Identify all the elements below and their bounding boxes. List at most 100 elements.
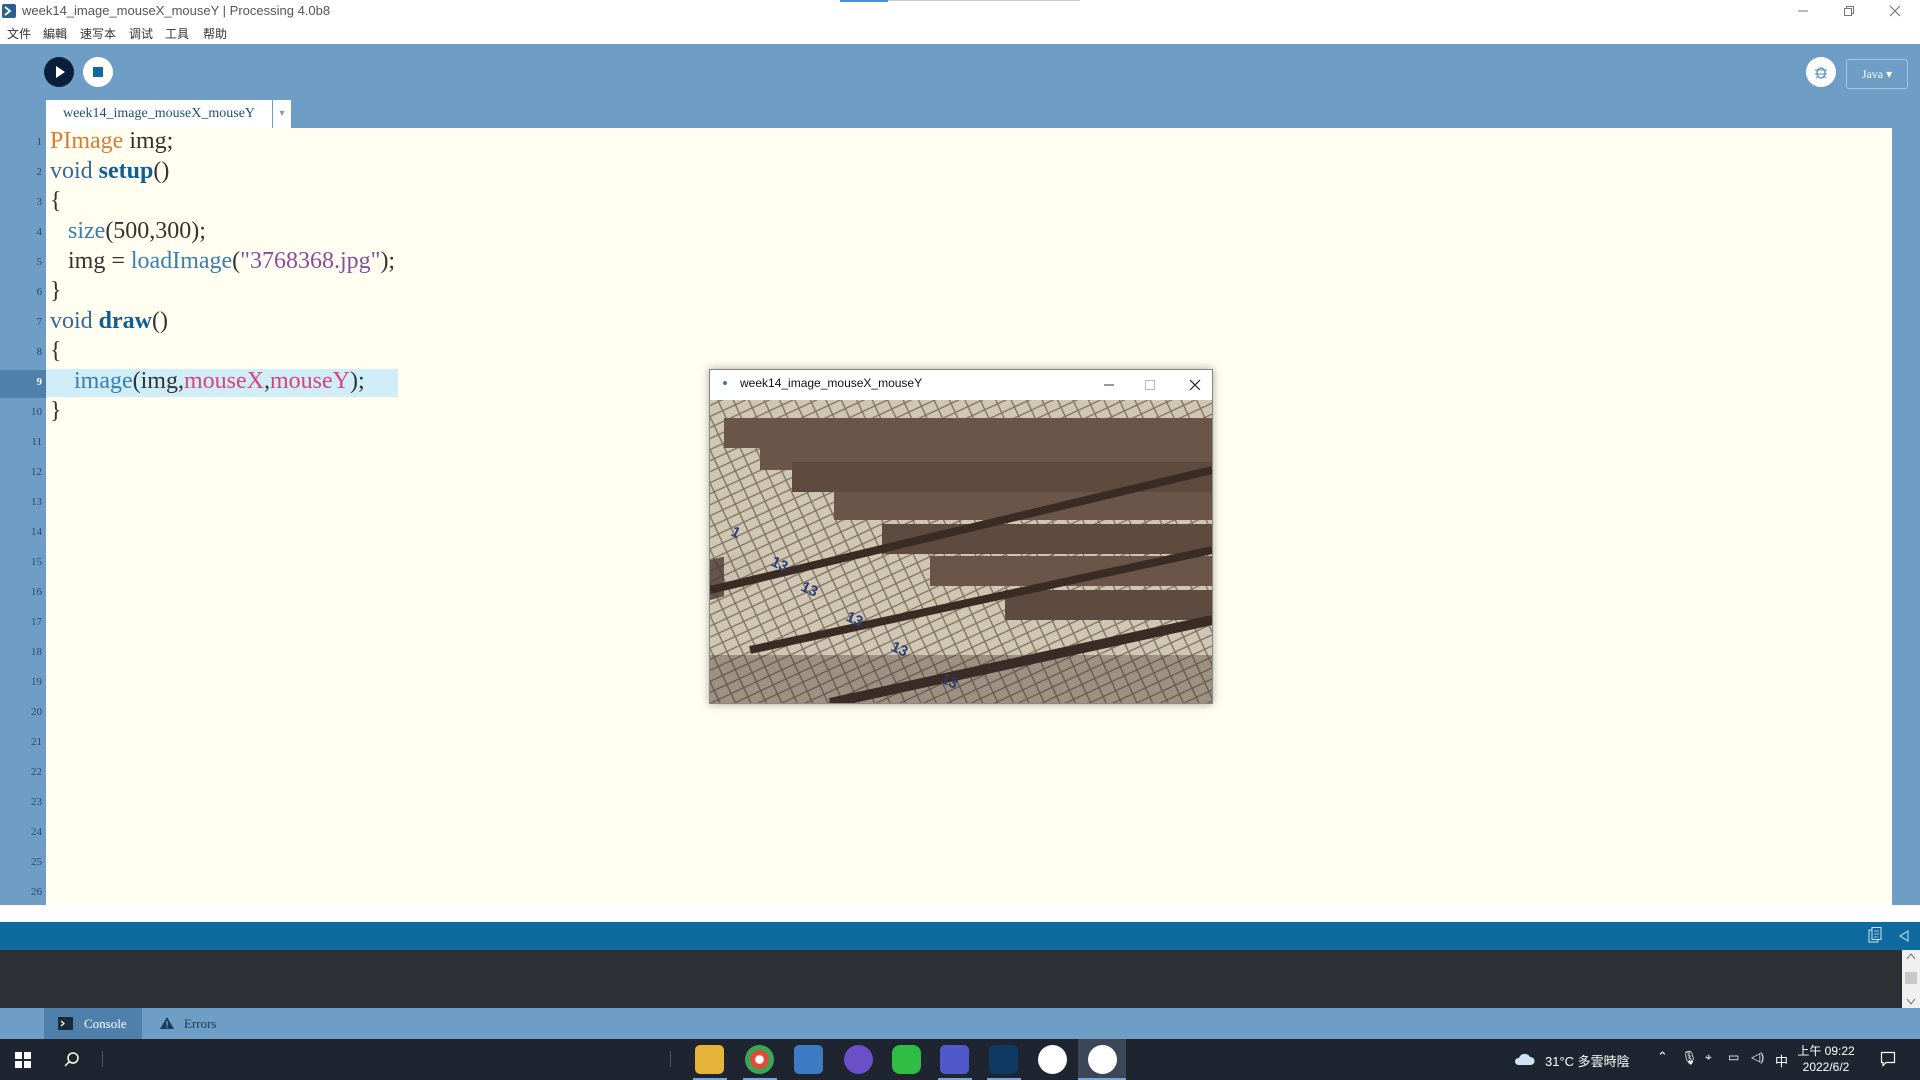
file-explorer-icon[interactable] (695, 1045, 724, 1074)
console-output[interactable] (0, 950, 1920, 1008)
code-token: () (153, 158, 170, 184)
scroll-up-icon[interactable] (1906, 952, 1916, 960)
warning-icon (160, 1017, 174, 1029)
tab-console[interactable]: Console (44, 1008, 142, 1039)
line-number: 7 (36, 316, 43, 328)
code-token-keyword: void (50, 158, 93, 184)
sketch-window-taskbar-icon (1088, 1045, 1117, 1074)
line-number: 19 (31, 676, 42, 688)
line-number: 14 (31, 526, 42, 538)
clock-date: 2022/6/2 (1802, 1060, 1850, 1074)
window-title: week14_image_mouseX_mouseY | Processing … (22, 3, 331, 18)
close-button[interactable] (1872, 0, 1918, 22)
code-line-1: PImage img; (50, 128, 173, 155)
stadium-photo-trail: 1 13 13 13 13 13 (710, 400, 1212, 703)
taskbar-divider (670, 1051, 671, 1067)
line-number: 26 (31, 886, 42, 898)
terminal-icon (58, 1017, 73, 1030)
sketch-canvas-image-trail[interactable]: 1 13 13 13 13 13 (710, 400, 1212, 703)
ime-indicator[interactable]: 中 (1775, 1051, 1788, 1070)
console-scrollbar[interactable] (1902, 950, 1920, 1008)
line-number: 20 (31, 706, 42, 718)
search-icon[interactable] (63, 1051, 81, 1069)
code-line-6: } (50, 278, 62, 304)
scroll-down-icon[interactable] (1906, 998, 1916, 1006)
title-accent-line (840, 0, 888, 2)
run-button[interactable] (44, 57, 74, 87)
line-number: 8 (36, 346, 43, 358)
weather-text[interactable]: 31°C 多雲時陰 (1545, 1051, 1630, 1070)
debugger-icon (1815, 67, 1827, 79)
play-app-icon[interactable] (1038, 1045, 1067, 1074)
windows-taskbar: 31°C 多雲時陰 ⌃ 🎙 ⌖ ▭ ◁) 中 上午 09:22 2022/6/2 (0, 1039, 1920, 1080)
notification-icon[interactable] (1880, 1051, 1896, 1067)
menu-sketch[interactable]: 速写本 (80, 25, 116, 42)
menu-bar: 文件 編輯 速写本 调试 工具 帮助 (0, 22, 1920, 45)
menu-debug[interactable]: 调试 (129, 25, 153, 42)
location-icon[interactable]: ⌖ (1705, 1050, 1712, 1065)
code-line-5: img = loadImage("3768368.jpg"); (50, 248, 395, 275)
debugger-button[interactable] (1806, 57, 1836, 87)
line-number: 6 (36, 286, 43, 298)
line-number: 1 (36, 136, 43, 148)
show-hidden-icons-icon[interactable]: ⌃ (1657, 1049, 1668, 1065)
line-number: 3 (36, 196, 43, 208)
code-token-type: PImage (50, 128, 124, 154)
microphone-icon[interactable]: 🎙 (1681, 1050, 1698, 1066)
mode-selector[interactable]: Java ▾ (1846, 59, 1908, 89)
code-token: (500,300); (105, 218, 206, 244)
menu-tools[interactable]: 工具 (165, 25, 189, 42)
menu-file[interactable]: 文件 (7, 25, 31, 42)
code-token: ); (380, 248, 396, 274)
code-line-8: { (50, 338, 62, 364)
line-number: 22 (31, 766, 42, 778)
tab-sketch[interactable]: week14_image_mouseX_mouseY (46, 100, 272, 128)
code-token-function: draw (98, 308, 153, 334)
line-number: 24 (31, 826, 42, 838)
code-line-9: image(img,mouseX,mouseY); (50, 368, 365, 395)
copy-console-icon[interactable] (1868, 927, 1882, 943)
line-number: 9 (36, 376, 43, 388)
chat-app-icon[interactable] (844, 1045, 873, 1074)
code-line-3: { (50, 188, 62, 214)
sketch-maximize-button[interactable] (1135, 372, 1165, 398)
sketch-close-button[interactable] (1180, 372, 1210, 398)
menu-edit[interactable]: 編輯 (43, 25, 67, 42)
editor-scrollbar-track[interactable] (1892, 128, 1920, 905)
store-icon[interactable] (794, 1045, 823, 1074)
windows-start-icon[interactable] (15, 1052, 31, 1068)
code-token-function: loadImage (130, 248, 233, 274)
tab-console-label: Console (84, 1016, 127, 1031)
line-number: 12 (31, 466, 42, 478)
sketch-tab-bar: week14_image_mouseX_mouseY ▾ (0, 100, 1920, 128)
code-token: img; (123, 128, 174, 154)
tab-menu-arrow-button[interactable]: ▾ (273, 100, 291, 128)
teams-icon[interactable] (940, 1045, 969, 1074)
volume-icon[interactable]: ◁) (1751, 1050, 1764, 1064)
line-number: 13 (31, 496, 42, 508)
network-icon[interactable]: ▭ (1728, 1050, 1739, 1064)
restore-button[interactable] (1826, 0, 1872, 22)
sketch-minimize-button[interactable] (1094, 372, 1124, 398)
console-tab-bar: Console Errors (0, 1008, 1920, 1039)
clock[interactable]: 上午 09:22 2022/6/2 (1797, 1043, 1855, 1075)
stop-icon (93, 67, 103, 77)
line-number-gutter: 1 2 3 4 5 6 7 8 9 10 11 12 13 14 15 16 17 18 19 20 21 22 23 24 2… (0, 128, 46, 905)
line-app-icon[interactable] (892, 1045, 921, 1074)
tab-errors[interactable]: Errors (155, 1008, 245, 1039)
window-title-bar: week14_image_mouseX_mouseY | Processing … (0, 0, 1920, 22)
menu-help[interactable]: 帮助 (203, 25, 227, 42)
taskbar-selected-app[interactable] (1078, 1039, 1126, 1080)
code-line-7: void draw() (50, 308, 168, 335)
collapse-console-icon[interactable] (1898, 930, 1910, 942)
minimize-icon (1798, 10, 1808, 12)
line-number: 5 (36, 256, 43, 268)
processing-app-icon (2, 4, 16, 18)
processing-taskbar-icon[interactable] (989, 1045, 1018, 1074)
minimize-button[interactable] (1780, 0, 1826, 22)
sketch-output-window[interactable]: week14_image_mouseX_mouseY 1 13 13 13 13… (709, 369, 1213, 704)
stop-button[interactable] (83, 57, 113, 87)
console-scroll-thumb[interactable] (1905, 972, 1917, 984)
chrome-icon[interactable] (745, 1045, 774, 1074)
line-number: 18 (31, 646, 42, 658)
